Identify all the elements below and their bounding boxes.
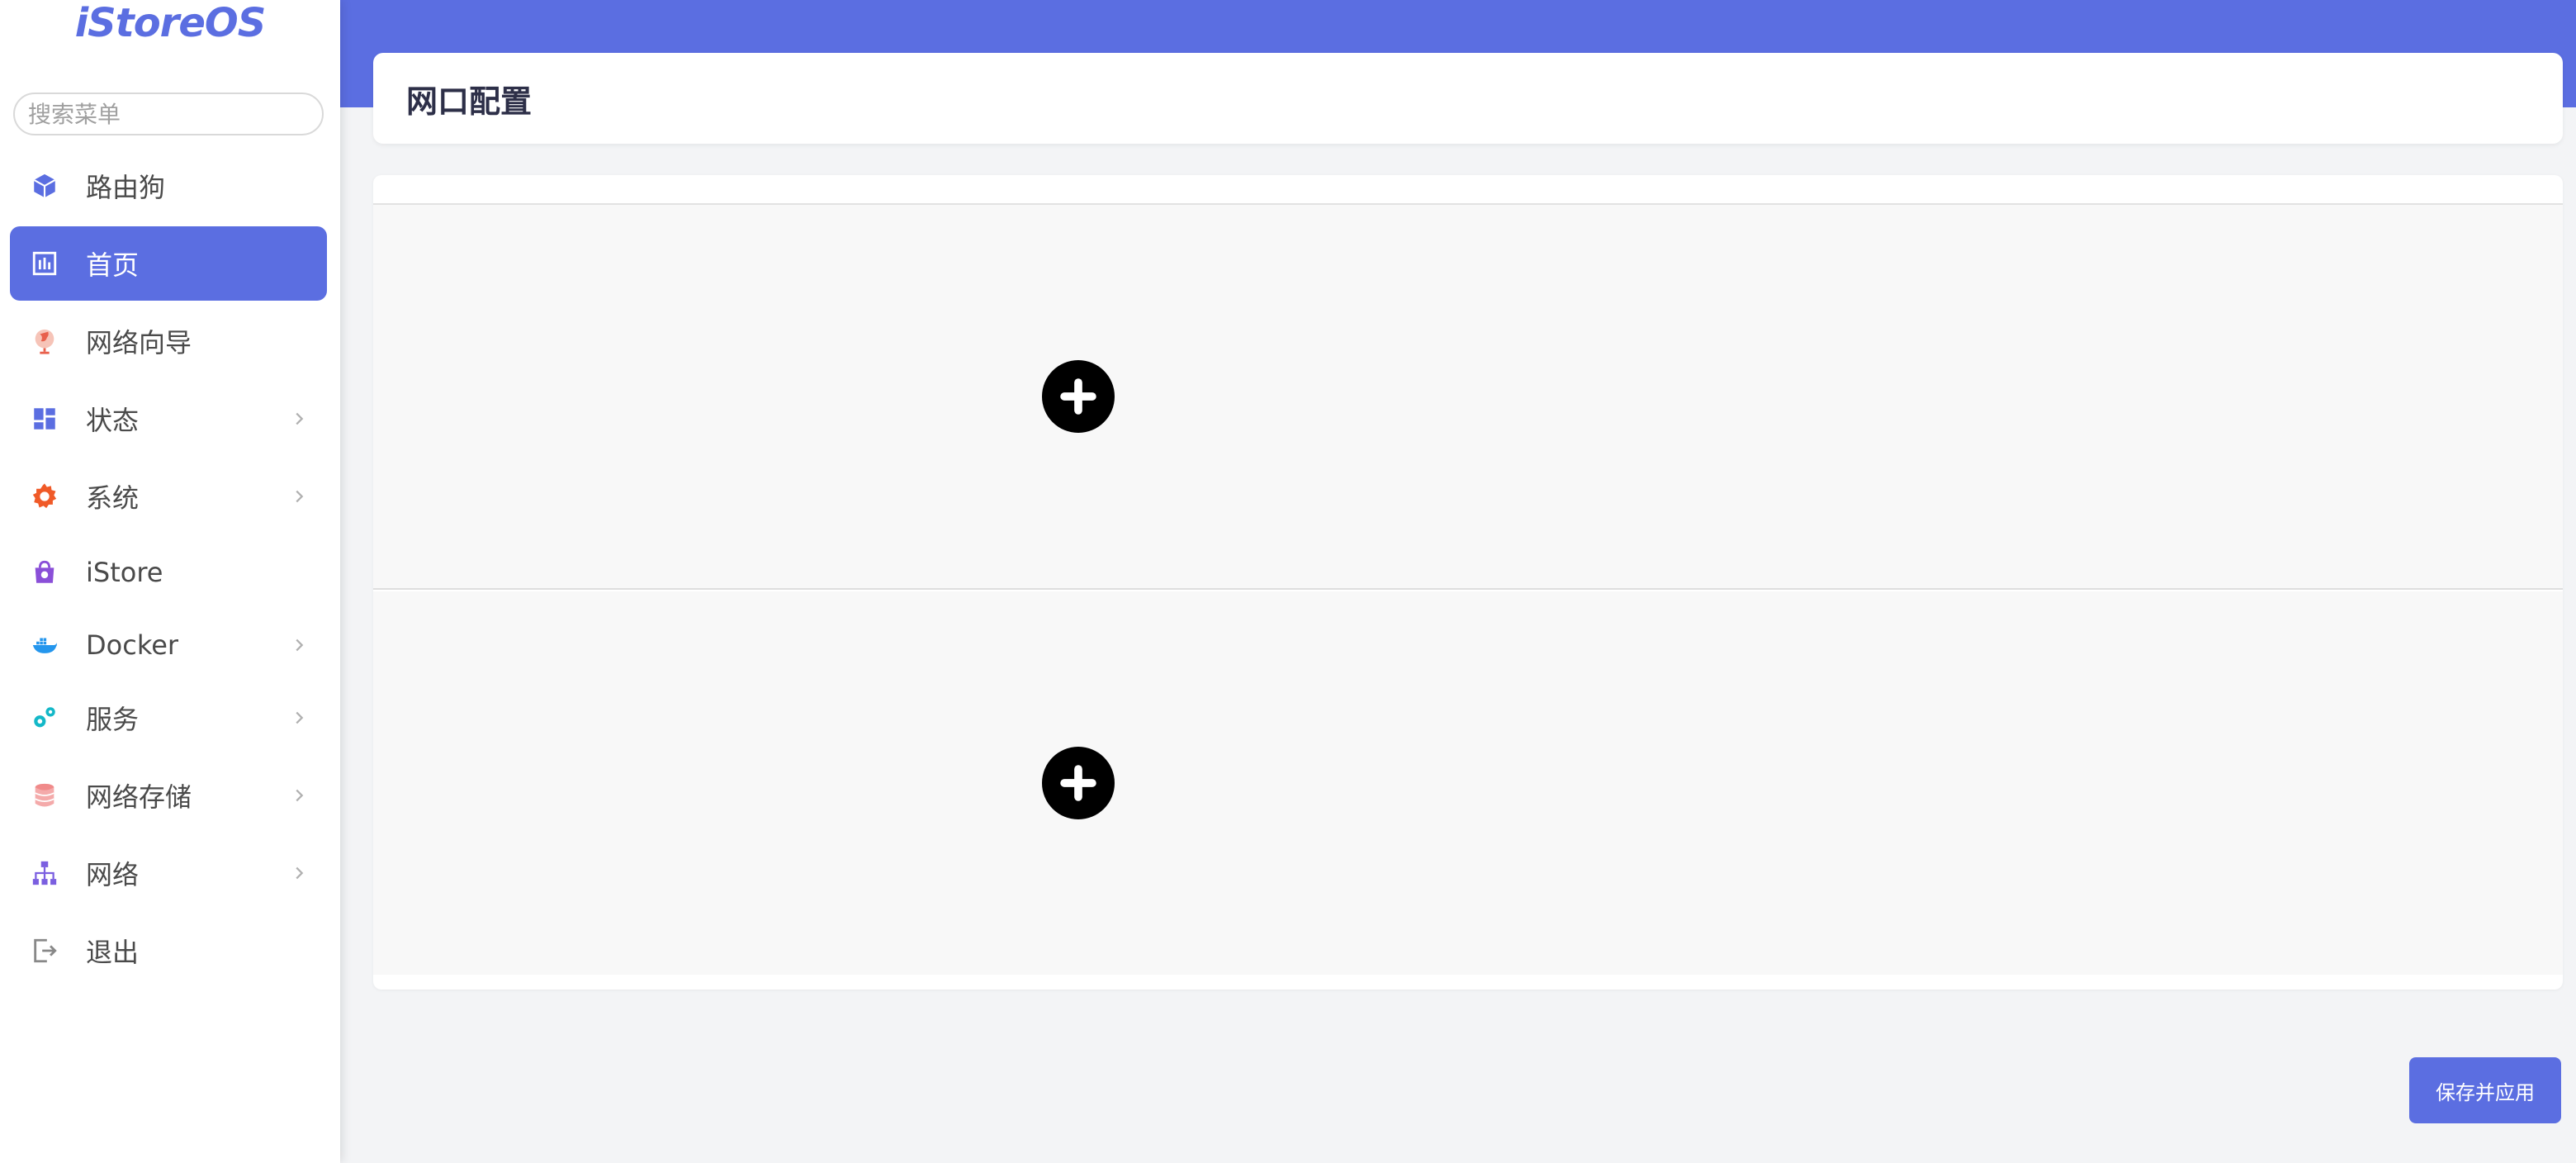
sidebar-item-label: 首页 [86, 249, 140, 281]
chevron-right-icon [289, 708, 309, 728]
sidebar-item-network[interactable]: 网络 [10, 836, 327, 910]
plus-icon [1060, 378, 1096, 415]
logo: iStoreOS [74, 0, 267, 46]
sidebar-item-router-dog[interactable]: 路由狗 [10, 149, 327, 223]
sidebar-item-label: 退出 [86, 937, 140, 968]
sidebar-item-logout[interactable]: 退出 [10, 914, 327, 988]
cogs-icon [30, 703, 59, 733]
sidebar-item-network-wizard[interactable]: 网络向导 [10, 304, 327, 378]
chevron-right-icon [289, 635, 309, 655]
save-apply-button[interactable]: 保存并应用 [2409, 1057, 2561, 1123]
logout-icon [30, 936, 59, 966]
sidebar-item-label: 服务 [86, 704, 140, 735]
plus-icon [1060, 765, 1096, 801]
sidebar-item-label: 状态 [86, 405, 140, 436]
interface-slot [373, 205, 2563, 590]
sidebar-item-label: 系统 [86, 482, 140, 514]
sidebar-item-system[interactable]: 系统 [10, 459, 327, 534]
sidebar-item-docker[interactable]: Docker [10, 608, 327, 682]
interface-config-panel [373, 175, 2563, 990]
dashboard-icon [30, 249, 59, 278]
sidebar: iStoreOS 路由狗 首页 网络向导 状态 [0, 0, 340, 1163]
sitemap-icon [30, 858, 59, 888]
interface-slot [373, 591, 2563, 975]
sidebar-item-network-storage[interactable]: 网络存储 [10, 758, 327, 833]
chevron-right-icon [289, 863, 309, 883]
sidebar-item-label: Docker [86, 629, 179, 661]
gear-icon [30, 482, 59, 511]
bag-icon [30, 558, 59, 587]
sidebar-item-status[interactable]: 状态 [10, 382, 327, 456]
sidebar-item-label: iStore [86, 557, 163, 588]
chevron-right-icon [289, 786, 309, 805]
sidebar-item-label: 路由狗 [86, 172, 166, 203]
sidebar-item-label: 网络 [86, 859, 140, 890]
page-title: 网口配置 [406, 83, 533, 120]
add-interface-button[interactable] [1042, 747, 1115, 819]
grid-icon [30, 404, 59, 434]
chevron-right-icon [289, 487, 309, 506]
database-icon [30, 781, 59, 810]
chevron-right-icon [289, 409, 309, 429]
sidebar-item-services[interactable]: 服务 [10, 681, 327, 755]
search-box [13, 93, 324, 135]
add-interface-button[interactable] [1042, 360, 1115, 433]
page-header-card: 网口配置 [373, 53, 2563, 144]
docker-icon [30, 630, 59, 660]
globe-icon [30, 326, 59, 356]
sidebar-item-label: 网络向导 [86, 327, 192, 358]
search-input[interactable] [15, 94, 322, 134]
sidebar-item-istore[interactable]: iStore [10, 535, 327, 610]
cube-icon [30, 171, 59, 201]
sidebar-item-label: 网络存储 [86, 781, 192, 813]
sidebar-item-home[interactable]: 首页 [10, 226, 327, 301]
panel-header [373, 175, 2563, 205]
